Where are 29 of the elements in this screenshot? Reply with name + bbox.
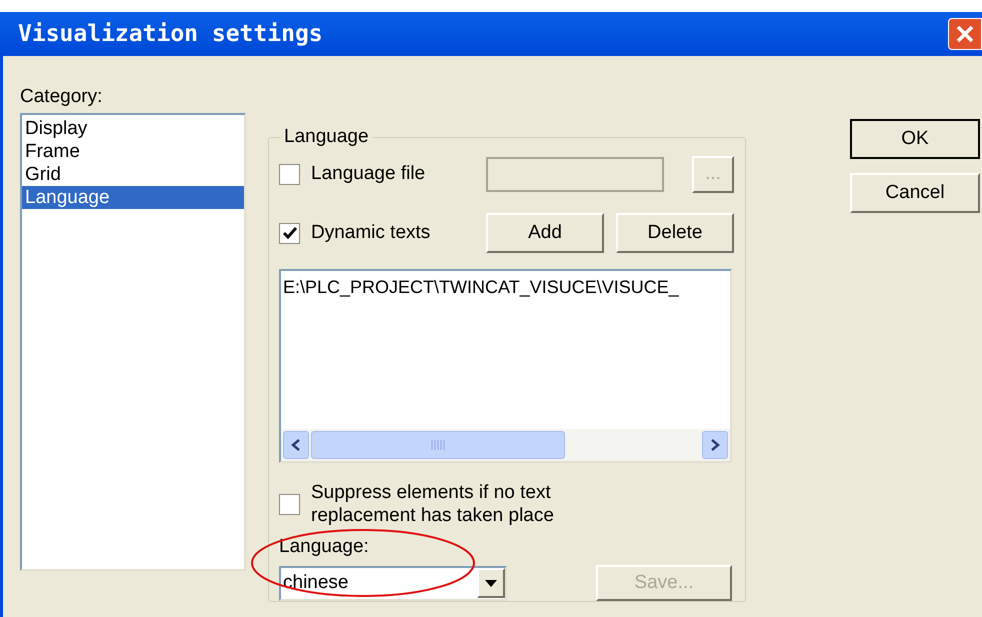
dialog-button[interactable]: Cancel xyxy=(850,173,980,213)
language-dropdown[interactable]: chinese xyxy=(279,566,507,600)
window-title: Visualization settings xyxy=(18,20,323,49)
dynamic-texts-label: Dynamic texts xyxy=(311,220,432,245)
delete-button[interactable]: Delete xyxy=(616,213,734,253)
close-button[interactable] xyxy=(948,18,982,50)
scroll-left-button[interactable] xyxy=(283,431,309,459)
scroll-right-button[interactable] xyxy=(702,431,728,459)
grip-icon xyxy=(431,440,445,450)
dialog-button[interactable]: OK xyxy=(850,119,980,159)
chevron-left-icon xyxy=(291,439,301,451)
horizontal-scrollbar[interactable] xyxy=(281,429,730,461)
category-label: Category: xyxy=(20,86,104,109)
file-path[interactable]: E:\PLC_PROJECT\TWINCAT_VISUCE\VISUCE_ xyxy=(283,275,730,299)
category-item[interactable]: Display xyxy=(22,117,244,140)
group-title: Language xyxy=(280,126,373,148)
language-label: Language: xyxy=(279,535,370,559)
add-button[interactable]: Add xyxy=(486,213,604,253)
category-item[interactable]: Grid xyxy=(22,163,244,186)
close-icon xyxy=(956,25,974,43)
chevron-right-icon xyxy=(710,439,720,451)
language-file-label: Language file xyxy=(311,162,426,186)
checkbox[interactable] xyxy=(279,222,300,244)
scroll-thumb[interactable] xyxy=(311,431,565,459)
suppress-label: Suppress elements if no text replacement has taken place xyxy=(311,481,555,527)
category-item[interactable]: Language xyxy=(22,186,244,209)
checkbox[interactable] xyxy=(279,494,300,514)
category-item[interactable]: Frame xyxy=(22,140,244,163)
checkmark-icon xyxy=(282,227,296,239)
